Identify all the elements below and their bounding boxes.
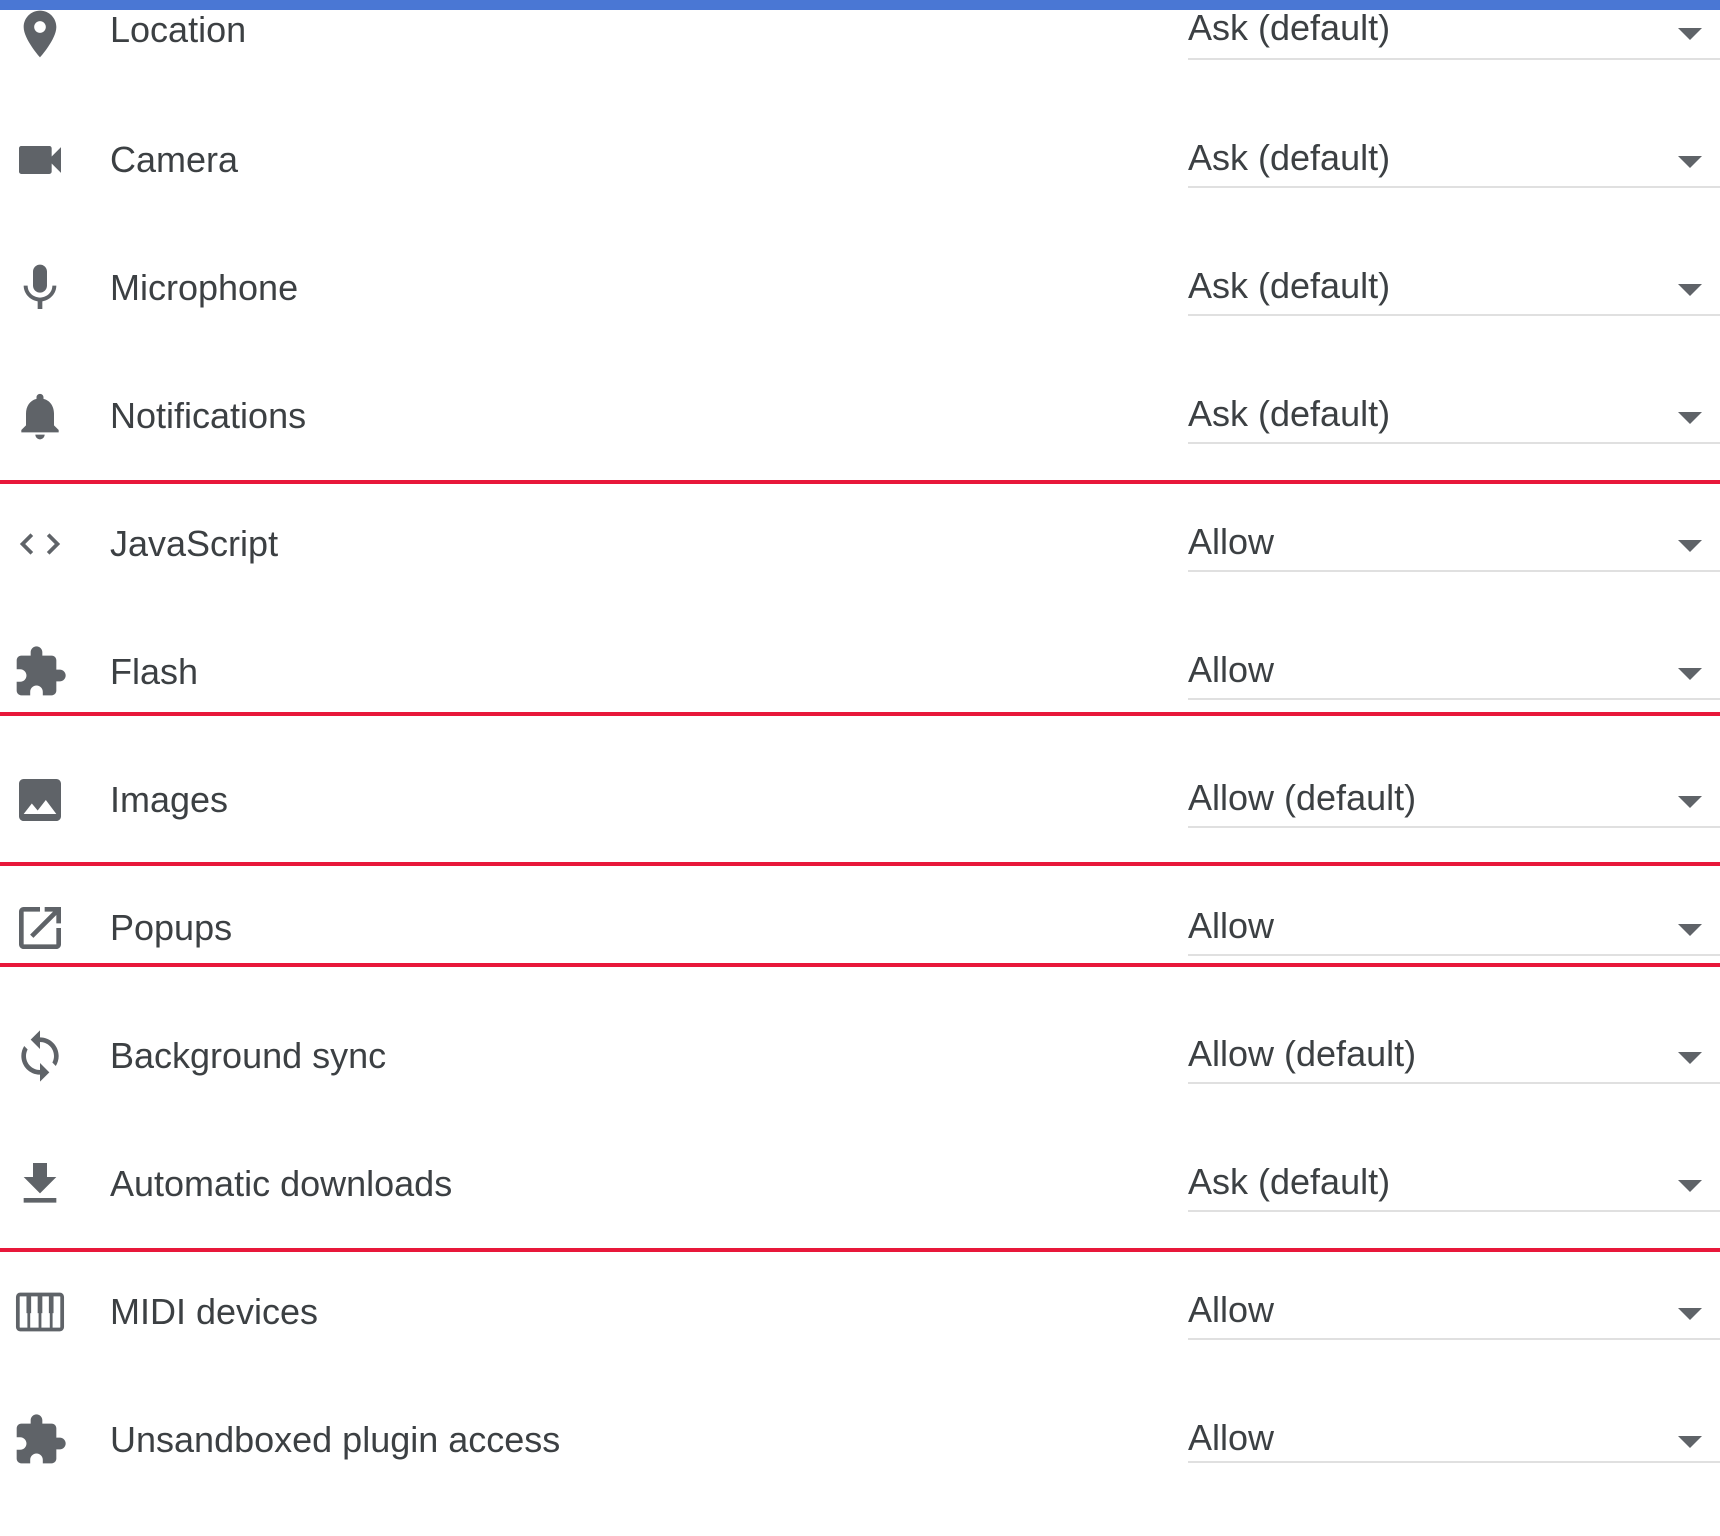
automatic-downloads-permission-select[interactable]: Ask (default) [1188,1152,1720,1212]
select-value: Ask (default) [1188,1161,1391,1202]
code-icon [12,516,68,572]
dropdown-arrow-icon [1678,1308,1702,1320]
setting-row-flash: Flash Allow [0,640,1720,768]
midi-devices-permission-select[interactable]: Allow [1188,1280,1720,1340]
dropdown-arrow-icon [1678,1180,1702,1192]
puzzle-icon [12,644,68,700]
setting-row-popups: Popups Allow [0,896,1720,1024]
select-value: Allow [1188,905,1275,946]
highlight-divider [0,963,1720,967]
dropdown-arrow-icon [1678,156,1702,168]
setting-label: Background sync [110,1035,387,1076]
dropdown-arrow-icon [1678,1436,1702,1448]
setting-label: Notifications [110,395,307,436]
javascript-permission-select[interactable]: Allow [1188,512,1720,572]
setting-label: Microphone [110,267,299,308]
highlight-divider [0,862,1720,866]
setting-row-javascript: JavaScript Allow [0,512,1720,640]
select-value: Allow (default) [1188,1033,1417,1074]
setting-label: Popups [110,907,233,948]
piano-icon [12,1284,68,1340]
highlight-divider [0,480,1720,484]
dropdown-arrow-icon [1678,28,1702,40]
image-icon [12,772,68,828]
camera-permission-select[interactable]: Ask (default) [1188,128,1720,188]
select-value: Allow [1188,521,1275,562]
select-value: Allow [1188,1289,1275,1330]
images-permission-select[interactable]: Allow (default) [1188,768,1720,828]
dropdown-arrow-icon [1678,796,1702,808]
setting-row-images: Images Allow (default) [0,768,1720,896]
notifications-permission-select[interactable]: Ask (default) [1188,384,1720,444]
unsandboxed-plugin-access-permission-select[interactable]: Allow [1188,1408,1720,1463]
sync-icon [12,1028,68,1084]
setting-row-automatic-downloads: Automatic downloads Ask (default) [0,1152,1720,1280]
flash-permission-select[interactable]: Allow [1188,640,1720,700]
setting-row-camera: Camera Ask (default) [0,128,1720,256]
dropdown-arrow-icon [1678,412,1702,424]
location-icon [12,6,68,62]
select-value: Allow [1188,649,1275,690]
microphone-permission-select[interactable]: Ask (default) [1188,256,1720,316]
background-sync-permission-select[interactable]: Allow (default) [1188,1024,1720,1084]
setting-row-notifications: Notifications Ask (default) [0,384,1720,512]
setting-label: Automatic downloads [110,1163,453,1204]
highlight-divider [0,712,1720,716]
setting-label: Unsandboxed plugin access [110,1419,561,1460]
popups-permission-select[interactable]: Allow [1188,896,1720,956]
select-value: Ask (default) [1188,137,1391,178]
setting-label: Camera [110,139,239,180]
setting-row-midi-devices: MIDI devices Allow [0,1280,1720,1408]
select-value: Ask (default) [1188,393,1391,434]
setting-label: MIDI devices [110,1291,319,1332]
setting-row-background-sync: Background sync Allow (default) [0,1024,1720,1152]
dropdown-arrow-icon [1678,924,1702,936]
setting-label: Location [110,9,247,50]
dropdown-arrow-icon [1678,284,1702,296]
puzzle-icon [12,1412,68,1468]
download-icon [12,1156,68,1212]
setting-row-unsandboxed-plugin-access: Unsandboxed plugin access Allow [0,1408,1720,1536]
bell-icon [12,388,68,444]
select-value: Allow [1188,1417,1275,1458]
select-value: Ask (default) [1188,7,1391,48]
dropdown-arrow-icon [1678,1052,1702,1064]
select-value: Allow (default) [1188,777,1417,818]
dropdown-arrow-icon [1678,668,1702,680]
setting-row-microphone: Microphone Ask (default) [0,256,1720,384]
setting-label: Images [110,779,229,820]
highlight-divider [0,1248,1720,1252]
setting-row-location: Location Ask (default) [0,0,1720,128]
open-in-new-icon [12,900,68,956]
dropdown-arrow-icon [1678,540,1702,552]
microphone-icon [12,260,68,316]
camera-icon [12,132,68,188]
location-permission-select[interactable]: Ask (default) [1188,0,1720,60]
setting-label: Flash [110,651,199,692]
select-value: Ask (default) [1188,265,1391,306]
setting-label: JavaScript [110,523,279,564]
